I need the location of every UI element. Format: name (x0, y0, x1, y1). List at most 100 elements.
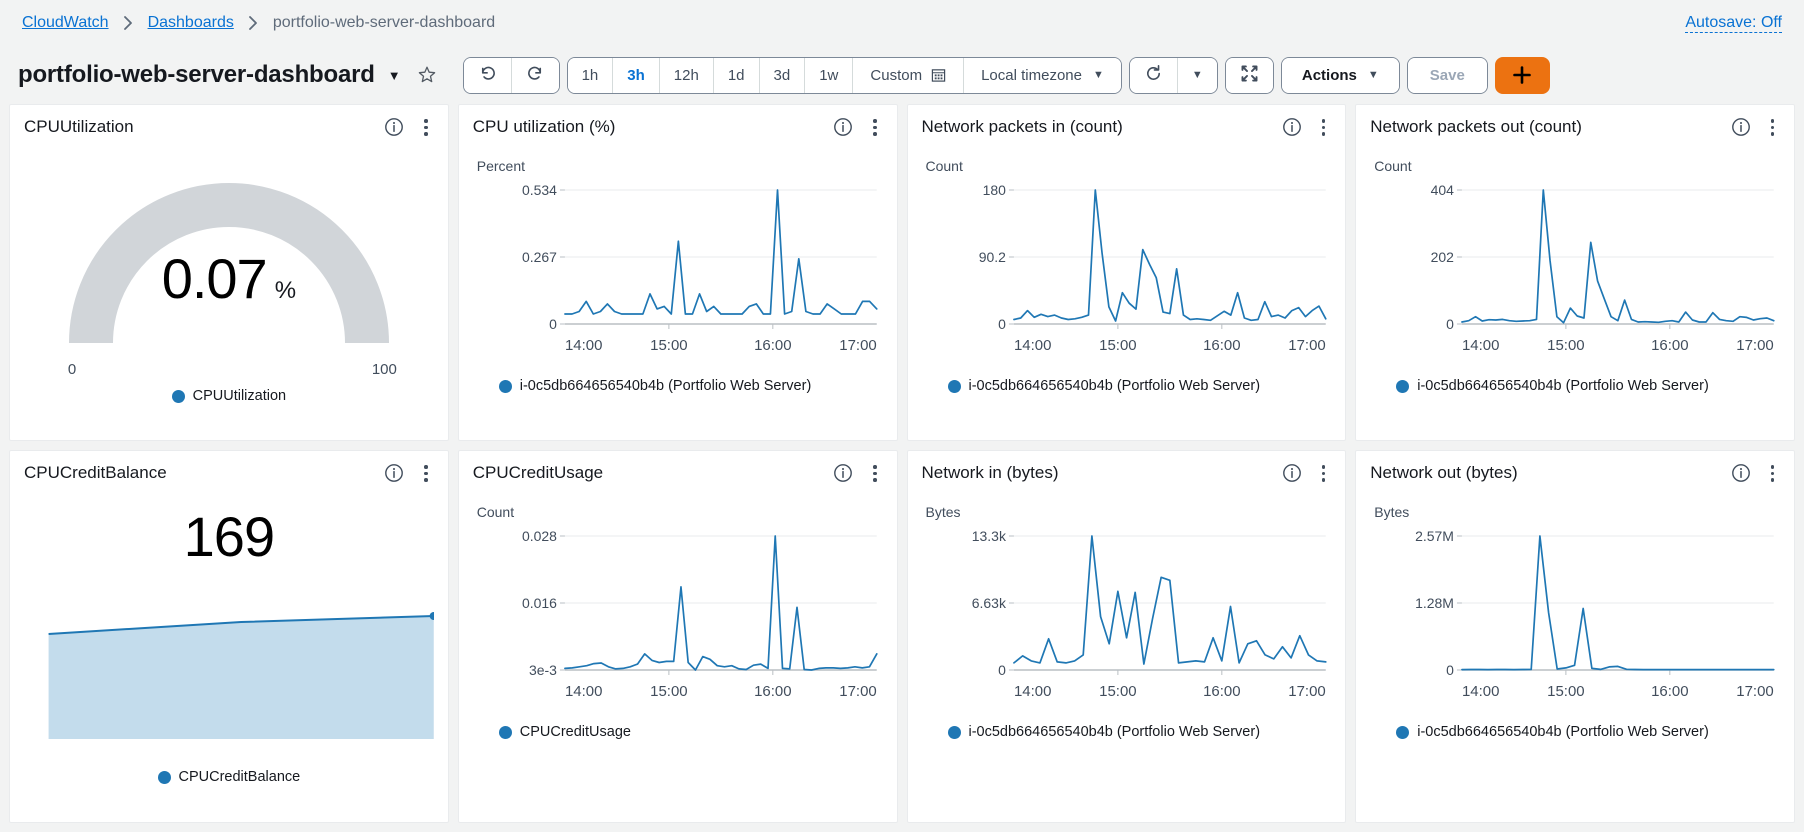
range-button-1d[interactable]: 1d (712, 57, 759, 93)
legend-swatch (1396, 725, 1410, 739)
breadcrumb-item-cloudwatch[interactable]: CloudWatch (22, 14, 109, 32)
more-vertical-icon[interactable] (1767, 117, 1779, 138)
widget-header: Network in (bytes) (922, 463, 1332, 487)
actions-group: Actions ▼ (1280, 56, 1400, 94)
plot-area[interactable]: 3e-3 0.016 0.028 14:00 15:00 16:00 17:00 (473, 520, 883, 720)
legend-label[interactable]: CPUUtilization (193, 388, 286, 404)
refresh-interval-dropdown[interactable]: ▼ (1176, 57, 1217, 93)
chart-body: Bytes 0 6.63k 13.3k 14:00 15:00 16:00 17:00 i-… (922, 487, 1332, 814)
more-vertical-icon[interactable] (869, 463, 881, 484)
plot-area[interactable]: 0 1.28M 2.57M 14:00 15:00 16:00 17:00 (1370, 520, 1780, 720)
widget-title: CPUUtilization (24, 117, 134, 136)
chart-body: Count 0 202 404 14:00 15:00 16:00 17:00 i-0c5d… (1370, 141, 1780, 432)
info-circle-icon[interactable] (384, 463, 404, 483)
favorite-star-icon[interactable] (417, 65, 437, 85)
history-button-group (462, 56, 560, 94)
plot-area[interactable]: 0 202 404 14:00 15:00 16:00 17:00 (1370, 174, 1780, 374)
redo-icon (526, 64, 545, 87)
svg-text:15:00: 15:00 (650, 337, 687, 354)
legend-label[interactable]: i-0c5db664656540b4b (Portfolio Web Serve… (1417, 378, 1709, 394)
widget-legend: CPUCreditBalance (24, 769, 434, 785)
chart-body: Bytes 0 1.28M 2.57M 14:00 15:00 16:00 17:00 i-… (1370, 487, 1780, 814)
info-circle-icon[interactable] (833, 463, 853, 483)
gauge-unit: % (274, 277, 297, 304)
fullscreen-button[interactable] (1225, 57, 1273, 93)
single-value-number: 169 (183, 505, 275, 568)
svg-text:15:00: 15:00 (1099, 337, 1136, 354)
add-widget-button[interactable] (1494, 56, 1550, 94)
widget-cpu-credit-balance: CPUCreditBalance 169 CPUCreditBalance (9, 450, 449, 823)
line-chart-svg: 0 6.63k 13.3k 14:00 15:00 16:00 17:00 (971, 528, 1332, 700)
info-circle-icon[interactable] (833, 117, 853, 137)
line-chart-svg: 0 1.28M 2.57M 14:00 15:00 16:00 17:00 (1415, 528, 1780, 700)
chevron-down-icon[interactable]: ▼ (388, 68, 401, 83)
chevron-down-icon: ▼ (1367, 69, 1379, 81)
svg-text:0: 0 (1446, 662, 1454, 678)
svg-text:16:00: 16:00 (1203, 337, 1240, 354)
legend-label[interactable]: i-0c5db664656540b4b (Portfolio Web Serve… (1417, 724, 1709, 740)
svg-text:15:00: 15:00 (1547, 337, 1584, 354)
widget-title: Network packets out (count) (1370, 117, 1582, 136)
more-vertical-icon[interactable] (869, 117, 881, 138)
widget-network-packets-in: Network packets in (count) Count 0 90.2 18… (906, 104, 1347, 441)
save-button[interactable]: Save (1407, 57, 1487, 93)
range-button-12h[interactable]: 12h (658, 57, 713, 93)
info-circle-icon[interactable] (1731, 117, 1751, 137)
plot-area[interactable]: 0 6.63k 13.3k 14:00 15:00 16:00 17:00 (922, 520, 1332, 720)
info-circle-icon[interactable] (1282, 463, 1302, 483)
svg-text:16:00: 16:00 (1203, 683, 1240, 700)
more-vertical-icon[interactable] (1767, 463, 1779, 484)
svg-text:15:00: 15:00 (1099, 683, 1136, 700)
plot-area[interactable]: 0 0.267 0.534 14:00 15:00 16:00 17:00 (473, 174, 883, 374)
more-vertical-icon[interactable] (1318, 117, 1330, 138)
svg-text:14:00: 14:00 (1462, 683, 1499, 700)
range-button-1h[interactable]: 1h (567, 57, 613, 93)
y-axis-unit-label: Count (925, 158, 963, 174)
autosave-toggle[interactable]: Autosave: Off (1685, 13, 1782, 34)
breadcrumb-item-current: portfolio-web-server-dashboard (272, 14, 496, 31)
widget-actions (1731, 117, 1781, 138)
breadcrumb-separator-icon (123, 15, 134, 31)
widget-actions (1731, 463, 1781, 484)
info-circle-icon[interactable] (1731, 463, 1751, 483)
svg-text:6.63k: 6.63k (971, 595, 1006, 611)
actions-label: Actions (1301, 66, 1357, 84)
svg-text:0: 0 (998, 662, 1006, 678)
refresh-icon (1144, 64, 1163, 87)
refresh-button[interactable] (1129, 57, 1177, 93)
legend-swatch (947, 379, 961, 393)
svg-text:15:00: 15:00 (1547, 683, 1584, 700)
range-button-3h[interactable]: 3h (612, 57, 659, 93)
widget-header: CPUCreditBalance (24, 463, 434, 487)
custom-range-button[interactable]: Custom (852, 57, 964, 93)
svg-text:17:00: 17:00 (1737, 683, 1774, 700)
range-button-1w[interactable]: 1w (804, 57, 853, 93)
dashboard-toolbar: 1h 3h 12h 1d 3d 1w Custom Local timezone… (462, 56, 1784, 94)
widget-legend: i-0c5db664656540b4b (Portfolio Web Serve… (922, 724, 1332, 740)
widget-legend: CPUCreditUsage (473, 724, 883, 740)
actions-button[interactable]: Actions ▼ (1281, 57, 1399, 93)
widget-actions (833, 117, 883, 138)
more-vertical-icon[interactable] (1318, 463, 1330, 484)
legend-label[interactable]: i-0c5db664656540b4b (Portfolio Web Serve… (969, 378, 1261, 394)
svg-text:17:00: 17:00 (1288, 683, 1325, 700)
timezone-select[interactable]: Local timezone ▼ (963, 57, 1121, 93)
legend-label[interactable]: i-0c5db664656540b4b (Portfolio Web Serve… (969, 724, 1261, 740)
info-circle-icon[interactable] (1282, 117, 1302, 137)
plot-area[interactable]: 0 90.2 180 14:00 15:00 16:00 17:00 (922, 174, 1332, 374)
legend-label[interactable]: CPUCreditUsage (520, 724, 631, 740)
legend-label[interactable]: CPUCreditBalance (179, 769, 301, 785)
svg-text:404: 404 (1431, 182, 1455, 198)
info-circle-icon[interactable] (384, 117, 404, 137)
more-vertical-icon[interactable] (420, 463, 432, 484)
widget-header: CPUCreditUsage (473, 463, 883, 487)
widget-network-out-bytes: Network out (bytes) Bytes 0 1.28M 2.57M 14:… (1355, 450, 1795, 823)
more-vertical-icon[interactable] (420, 117, 432, 138)
legend-label[interactable]: i-0c5db664656540b4b (Portfolio Web Serve… (520, 378, 812, 394)
range-button-3d[interactable]: 3d (758, 57, 805, 93)
plus-icon (1511, 64, 1533, 86)
undo-button[interactable] (463, 57, 511, 93)
svg-text:17:00: 17:00 (1737, 337, 1774, 354)
breadcrumb-item-dashboards[interactable]: Dashboards (148, 14, 234, 32)
redo-button[interactable] (510, 57, 559, 93)
